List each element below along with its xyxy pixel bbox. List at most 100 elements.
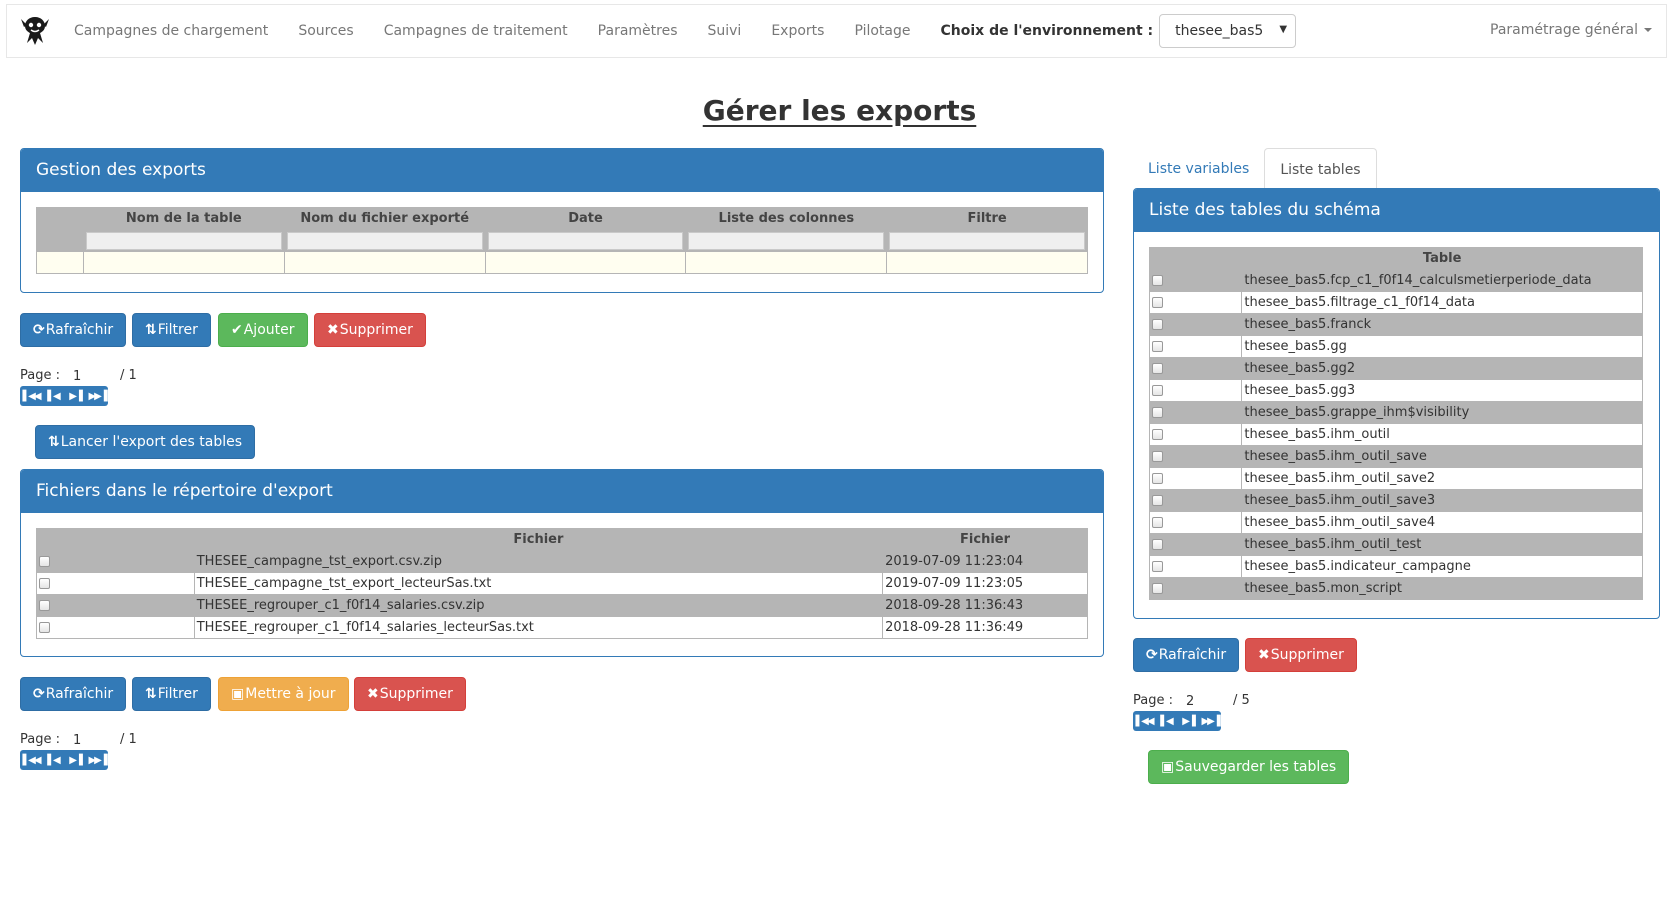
table-row[interactable]: THESEE_regrouper_c1_f0f14_salaries_lecte… xyxy=(36,616,1088,639)
exports-refresh-button[interactable]: ⟳ Rafraîchir xyxy=(20,313,127,347)
row-checkbox[interactable] xyxy=(1152,517,1163,528)
table-name-cell: thesee_bas5.fcp_c1_f0f14_calculsmetierpe… xyxy=(1241,269,1643,292)
table-row[interactable]: THESEE_campagne_tst_export.csv.zip 2019-… xyxy=(36,550,1088,573)
table-row[interactable]: THESEE_campagne_tst_export_lecteurSas.tx… xyxy=(36,572,1088,595)
table-name-cell: thesee_bas5.filtrage_c1_f0f14_data xyxy=(1241,291,1643,314)
tables-page-input[interactable]: 2 xyxy=(1184,694,1228,712)
column-header-file-date[interactable]: Fichier xyxy=(882,528,1088,551)
nav-suivi[interactable]: Suivi xyxy=(693,23,757,39)
column-header-exported-file[interactable]: Nom du fichier exporté xyxy=(283,207,486,230)
table-row[interactable]: thesee_bas5.filtrage_c1_f0f14_data xyxy=(1148,291,1643,314)
tab-liste-variables[interactable]: Liste variables xyxy=(1133,148,1264,190)
last-page-icon[interactable]: ▶▶▐ xyxy=(1199,711,1221,731)
column-header-filter[interactable]: Filtre xyxy=(886,207,1088,230)
last-page-icon[interactable]: ▶▶▐ xyxy=(86,750,108,770)
nav-pilotage[interactable]: Pilotage xyxy=(839,23,925,39)
filter-input-columns-list[interactable] xyxy=(688,231,885,250)
exports-filter-button[interactable]: ⇅ Filtrer xyxy=(132,313,211,347)
new-row[interactable] xyxy=(36,251,1088,274)
filter-input-date[interactable] xyxy=(487,231,684,250)
next-page-icon[interactable]: ▶▐ xyxy=(1177,711,1199,731)
filter-input-table-name[interactable] xyxy=(85,231,282,250)
table-row[interactable]: thesee_bas5.ihm_outil_save3 xyxy=(1148,489,1643,512)
exports-page-input[interactable]: 1 xyxy=(71,369,115,387)
general-settings-menu[interactable]: Paramétrage général xyxy=(1490,22,1652,38)
dropdown-caret-icon xyxy=(1644,28,1652,32)
table-row[interactable]: thesee_bas5.gg3 xyxy=(1148,379,1643,402)
page-title: Gérer les exports xyxy=(702,94,977,127)
table-row[interactable]: THESEE_regrouper_c1_f0f14_salaries.csv.z… xyxy=(36,594,1088,617)
row-checkbox[interactable] xyxy=(1152,385,1163,396)
filter-input-exported-file[interactable] xyxy=(286,231,483,250)
first-page-icon[interactable]: ▌◀◀ xyxy=(1133,711,1155,731)
exports-add-button[interactable]: ✔ Ajouter xyxy=(218,313,308,347)
table-row[interactable]: thesee_bas5.gg2 xyxy=(1148,357,1643,380)
nav-exports[interactable]: Exports xyxy=(756,23,839,39)
row-checkbox[interactable] xyxy=(39,622,50,633)
first-page-icon[interactable]: ▌◀◀ xyxy=(20,750,42,770)
table-row[interactable]: thesee_bas5.ihm_outil_save4 xyxy=(1148,511,1643,534)
next-page-icon[interactable]: ▶▐ xyxy=(64,750,86,770)
nav-campagnes-chargement[interactable]: Campagnes de chargement xyxy=(59,23,283,39)
nav-sources[interactable]: Sources xyxy=(283,23,368,39)
save-tables-button[interactable]: ▣ Sauvegarder les tables xyxy=(1148,750,1350,784)
row-checkbox[interactable] xyxy=(39,600,50,611)
table-row[interactable]: thesee_bas5.fcp_c1_f0f14_calculsmetierpe… xyxy=(1148,269,1643,292)
row-checkbox[interactable] xyxy=(1152,561,1163,572)
table-row[interactable]: thesee_bas5.ihm_outil_save xyxy=(1148,445,1643,468)
row-checkbox[interactable] xyxy=(1152,539,1163,550)
files-page-input[interactable]: 1 xyxy=(71,733,115,751)
prev-page-icon[interactable]: ▌◀ xyxy=(42,386,64,406)
right-tabs: Liste variables Liste tables xyxy=(1133,148,1377,190)
table-row[interactable]: thesee_bas5.indicateur_campagne xyxy=(1148,555,1643,578)
column-header-date[interactable]: Date xyxy=(484,207,687,230)
tables-refresh-button[interactable]: ⟳ Rafraîchir xyxy=(1133,638,1240,672)
files-update-button[interactable]: ▣ Mettre à jour xyxy=(218,677,349,711)
row-checkbox[interactable] xyxy=(1152,495,1163,506)
environment-select[interactable]: thesee_bas5 ▼ xyxy=(1159,14,1297,48)
environment-label: Choix de l'environnement : xyxy=(940,23,1154,39)
prev-page-icon[interactable]: ▌◀ xyxy=(42,750,64,770)
nav-campagnes-traitement[interactable]: Campagnes de traitement xyxy=(369,23,583,39)
table-row[interactable]: thesee_bas5.franck xyxy=(1148,313,1643,336)
environment-value: thesee_bas5 xyxy=(1175,23,1264,39)
row-checkbox[interactable] xyxy=(1152,451,1163,462)
files-pager-label: Page : xyxy=(20,732,60,747)
row-checkbox[interactable] xyxy=(1152,341,1163,352)
row-checkbox[interactable] xyxy=(39,556,50,567)
row-checkbox[interactable] xyxy=(1152,363,1163,374)
files-filter-button[interactable]: ⇅ Filtrer xyxy=(132,677,211,711)
row-checkbox[interactable] xyxy=(39,578,50,589)
exports-delete-button[interactable]: ✖ Supprimer xyxy=(314,313,426,347)
row-checkbox[interactable] xyxy=(1152,275,1163,286)
first-page-icon[interactable]: ▌◀◀ xyxy=(20,386,42,406)
table-row[interactable]: thesee_bas5.ihm_outil_test xyxy=(1148,533,1643,556)
filter-input-filter[interactable] xyxy=(889,231,1085,250)
last-page-icon[interactable]: ▶▶▐ xyxy=(86,386,108,406)
files-refresh-button[interactable]: ⟳ Rafraîchir xyxy=(20,677,127,711)
row-checkbox[interactable] xyxy=(1152,407,1163,418)
column-header-table-name[interactable]: Nom de la table xyxy=(82,207,285,230)
row-checkbox[interactable] xyxy=(1152,473,1163,484)
row-checkbox[interactable] xyxy=(1152,429,1163,440)
table-name-cell: thesee_bas5.mon_script xyxy=(1241,577,1643,600)
table-row[interactable]: thesee_bas5.ihm_outil_save2 xyxy=(1148,467,1643,490)
tab-liste-tables[interactable]: Liste tables xyxy=(1264,148,1377,190)
column-header-columns-list[interactable]: Liste des colonnes xyxy=(685,207,888,230)
tables-delete-button[interactable]: ✖ Supprimer xyxy=(1245,638,1357,672)
prev-page-icon[interactable]: ▌◀ xyxy=(1155,711,1177,731)
table-row[interactable]: thesee_bas5.mon_script xyxy=(1148,577,1643,600)
row-checkbox[interactable] xyxy=(1152,319,1163,330)
column-header-file[interactable]: Fichier xyxy=(193,528,884,551)
next-page-icon[interactable]: ▶▐ xyxy=(64,386,86,406)
row-checkbox[interactable] xyxy=(1152,297,1163,308)
nav-parametres[interactable]: Paramètres xyxy=(583,23,693,39)
row-checkbox[interactable] xyxy=(1152,583,1163,594)
column-header-table[interactable]: Table xyxy=(1241,247,1643,270)
table-row[interactable]: thesee_bas5.ihm_outil xyxy=(1148,423,1643,446)
table-row[interactable]: thesee_bas5.gg xyxy=(1148,335,1643,358)
files-delete-button[interactable]: ✖ Supprimer xyxy=(354,677,466,711)
launch-export-button[interactable]: ⇅ Lancer l'export des tables xyxy=(35,425,256,459)
table-row[interactable]: thesee_bas5.grappe_ihm$visibility xyxy=(1148,401,1643,424)
app-logo[interactable] xyxy=(11,8,59,54)
